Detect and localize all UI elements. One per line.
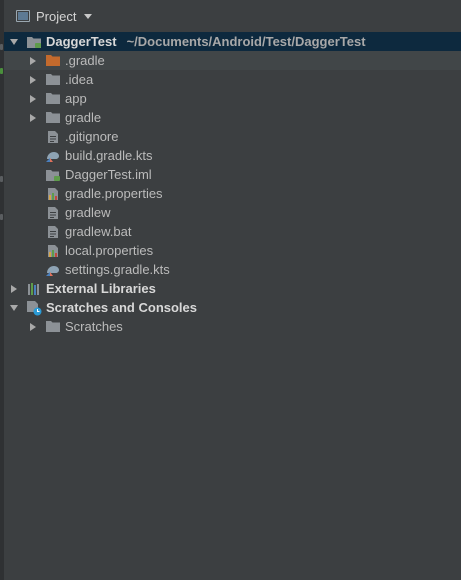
tree-item-label: DaggerTest.iml xyxy=(65,167,152,182)
tree-item-label: .idea xyxy=(65,72,94,87)
chevron-right-icon[interactable] xyxy=(27,93,39,105)
chevron-right-icon[interactable] xyxy=(27,321,39,333)
strip-marker xyxy=(0,214,3,220)
chevron-right-icon[interactable] xyxy=(27,112,39,124)
tree-item-label: settings.gradle.kts xyxy=(65,262,170,277)
chevron-right-icon[interactable] xyxy=(27,74,39,86)
text-file-icon xyxy=(45,129,61,145)
folder-icon xyxy=(45,319,61,335)
gradle-kotlin-icon xyxy=(45,262,61,278)
excluded-folder-icon xyxy=(45,53,61,69)
tree-item-scratches-consoles[interactable]: Scratches and Consoles xyxy=(4,298,461,317)
project-tree: DaggerTest ~/Documents/Android/Test/Dagge… xyxy=(4,32,461,336)
strip-marker-active xyxy=(0,68,3,74)
tree-item-label: app xyxy=(65,91,87,106)
panel-title[interactable]: Project xyxy=(36,9,76,24)
project-tool-window: Project DaggerTest ~/Documents/Android/Te… xyxy=(0,0,461,580)
tree-item-gradle-folder[interactable]: gradle xyxy=(4,108,461,127)
gradle-kotlin-icon xyxy=(45,148,61,164)
folder-icon xyxy=(45,72,61,88)
tree-item-settings-gradle-kts[interactable]: settings.gradle.kts xyxy=(4,260,461,279)
strip-marker xyxy=(0,176,3,182)
properties-file-icon xyxy=(45,186,61,202)
tree-item-local-properties[interactable]: local.properties xyxy=(4,241,461,260)
tree-item-daggertest-iml[interactable]: DaggerTest.iml xyxy=(4,165,461,184)
chevron-right-icon[interactable] xyxy=(8,283,20,295)
tree-item-label: External Libraries xyxy=(46,281,156,296)
tree-item-scratches[interactable]: Scratches xyxy=(4,317,461,336)
tree-item-build-gradle-kts[interactable]: build.gradle.kts xyxy=(4,146,461,165)
root-path: ~/Documents/Android/Test/DaggerTest xyxy=(126,34,366,49)
tree-item-idea-dir[interactable]: .idea xyxy=(4,70,461,89)
folder-icon xyxy=(45,110,61,126)
libraries-icon xyxy=(26,281,42,297)
tree-item-gradle-dir[interactable]: .gradle xyxy=(4,51,461,70)
tree-item-label: build.gradle.kts xyxy=(65,148,153,163)
module-folder-icon xyxy=(26,34,42,50)
properties-file-icon xyxy=(45,243,61,259)
tree-item-label: Scratches and Consoles xyxy=(46,300,197,315)
tree-item-label: gradlew xyxy=(65,205,111,220)
tree-item-label: .gradle xyxy=(65,53,105,68)
folder-icon xyxy=(45,91,61,107)
tree-item-external-libraries[interactable]: External Libraries xyxy=(4,279,461,298)
tree-root-label: DaggerTest ~/Documents/Android/Test/Dagge… xyxy=(46,34,366,49)
tree-item-gradlew-bat[interactable]: gradlew.bat xyxy=(4,222,461,241)
panel-header: Project xyxy=(4,0,461,33)
scratches-consoles-icon xyxy=(26,300,42,316)
tree-item-app-dir[interactable]: app xyxy=(4,89,461,108)
tree-item-label: gradle.properties xyxy=(65,186,163,201)
chevron-down-icon[interactable] xyxy=(8,302,20,314)
text-file-icon xyxy=(45,205,61,221)
text-file-icon xyxy=(45,224,61,240)
tree-item-gradle-properties[interactable]: gradle.properties xyxy=(4,184,461,203)
chevron-down-icon[interactable] xyxy=(84,13,93,19)
tree-item-label: .gitignore xyxy=(65,129,119,144)
tree-item-gitignore[interactable]: .gitignore xyxy=(4,127,461,146)
tree-item-label: local.properties xyxy=(65,243,154,258)
tree-item-label: gradle xyxy=(65,110,102,125)
tree-item-label: gradlew.bat xyxy=(65,224,132,239)
tree-item-label: Scratches xyxy=(65,319,123,334)
tree-root-daggertest[interactable]: DaggerTest ~/Documents/Android/Test/Dagge… xyxy=(4,32,461,51)
module-file-icon xyxy=(45,167,61,183)
chevron-right-icon[interactable] xyxy=(27,55,39,67)
strip-marker xyxy=(0,44,3,50)
chevron-down-icon[interactable] xyxy=(8,36,20,48)
root-name: DaggerTest xyxy=(46,34,117,49)
tree-item-gradlew[interactable]: gradlew xyxy=(4,203,461,222)
project-view-icon xyxy=(16,10,30,22)
